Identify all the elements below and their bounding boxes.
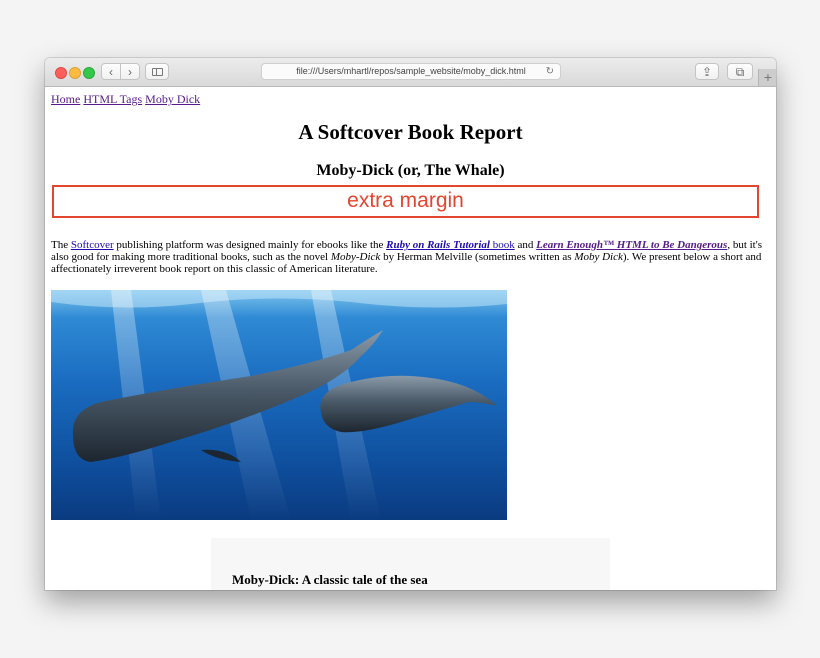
- page-content: Home HTML Tags Moby Dick A Softcover Boo…: [45, 87, 776, 590]
- nav-link-home[interactable]: Home: [51, 92, 80, 106]
- extra-margin-annotation: extra margin: [52, 185, 759, 218]
- whales-illustration: [51, 290, 507, 520]
- new-tab-button[interactable]: +: [758, 69, 776, 86]
- sperm-whales-image: [51, 290, 507, 520]
- reload-icon[interactable]: ↻: [546, 64, 554, 79]
- close-window-button[interactable]: [55, 67, 67, 79]
- nav-link-html-tags[interactable]: HTML Tags: [83, 92, 142, 106]
- moby-dick-emphasis: Moby-Dick: [330, 251, 381, 263]
- zoom-window-button[interactable]: [83, 67, 95, 79]
- show-tabs-button[interactable]: ⧉: [727, 63, 753, 80]
- intro-text: The: [51, 239, 71, 251]
- plus-icon: +: [763, 69, 773, 85]
- rails-tutorial-link[interactable]: Ruby on Rails Tutorial book: [386, 239, 515, 251]
- calf-whale: [320, 375, 497, 433]
- nav-link-moby-dick[interactable]: Moby Dick: [145, 92, 200, 106]
- page-subtitle: Moby-Dick (or, The Whale): [316, 162, 505, 179]
- minimize-window-button[interactable]: [69, 67, 81, 79]
- url-text: file:///Users/mhartl/repos/sample_websit…: [296, 66, 526, 76]
- softcover-link[interactable]: Softcover: [71, 239, 114, 251]
- chevron-left-icon: ‹: [109, 65, 113, 79]
- learn-enough-html-link-title: Learn Enough™ HTML to Be Dangerous: [536, 239, 728, 251]
- address-bar[interactable]: file:///Users/mhartl/repos/sample_websit…: [261, 63, 561, 80]
- share-button[interactable]: ⇪: [695, 63, 719, 80]
- learn-enough-html-link[interactable]: Learn Enough™ HTML to Be Dangerous: [536, 239, 727, 251]
- sidebar-toggle-button[interactable]: [145, 63, 169, 80]
- chevron-right-icon: ›: [128, 65, 132, 79]
- share-icon: ⇪: [701, 65, 713, 79]
- rails-tutorial-link-title: Ruby on Rails Tutorial: [386, 239, 490, 251]
- book-report-card: Moby-Dick: A classic tale of the sea: [211, 538, 610, 590]
- intro-text: and: [514, 239, 537, 251]
- forward-button[interactable]: ›: [120, 63, 140, 80]
- tabs-icon: ⧉: [735, 65, 745, 79]
- intro-text: publishing platform was designed mainly …: [113, 239, 387, 251]
- intro-paragraph: The Softcover publishing platform was de…: [51, 239, 763, 275]
- back-button[interactable]: ‹: [101, 63, 121, 80]
- browser-window: ‹ › file:///Users/mhartl/repos/sample_we…: [45, 58, 776, 590]
- sidebar-icon: [151, 68, 163, 76]
- browser-toolbar: ‹ › file:///Users/mhartl/repos/sample_we…: [45, 58, 776, 87]
- page-title: A Softcover Book Report: [298, 120, 523, 144]
- card-title: Moby-Dick: A classic tale of the sea: [232, 572, 428, 587]
- site-nav: Home HTML Tags Moby Dick: [51, 92, 200, 107]
- whale-fin: [201, 449, 241, 462]
- intro-text: by Herman Melville (sometimes written as: [380, 251, 575, 263]
- rails-tutorial-link-rest: book: [489, 239, 515, 251]
- moby-dick-emphasis: Moby Dick: [574, 251, 623, 263]
